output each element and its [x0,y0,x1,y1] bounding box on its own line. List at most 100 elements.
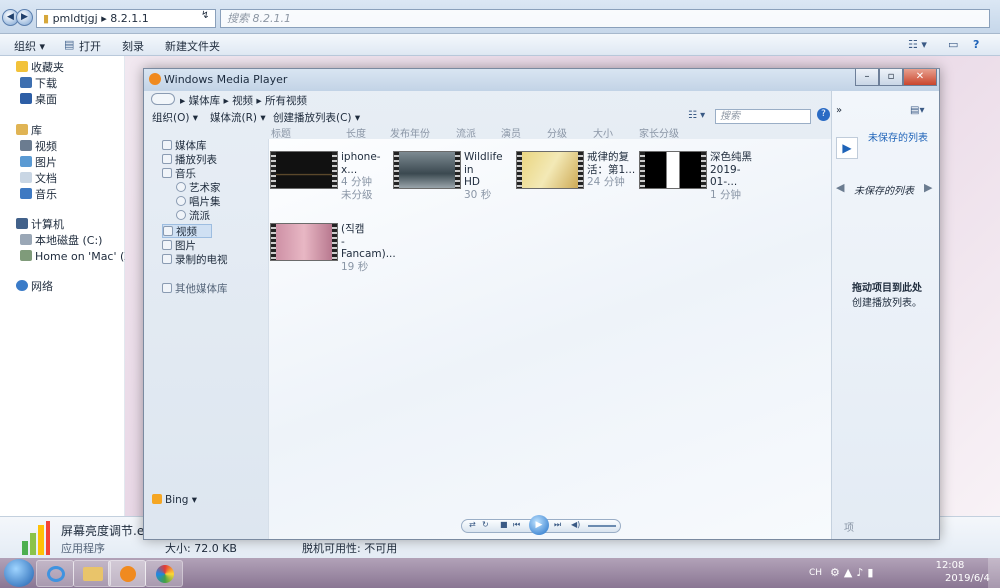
list-next-icon[interactable]: ▶ [924,181,932,194]
nav-network[interactable]: 网络 [16,279,53,295]
list-options-icon[interactable]: ▤▾ [910,105,924,116]
explorer-navigation-pane: 收藏夹 下载 桌面 库 视频 图片 文档 音乐 计算机 本地磁盘 (C:) Ho… [0,56,140,516]
nav-videos[interactable]: 视频 [20,139,57,155]
new-folder-button[interactable]: 新建文件夹 [165,38,220,54]
wmp-stream-button[interactable]: 媒体流(R) ▾ [210,110,266,125]
preview-pane-icon[interactable]: ▭ [948,38,958,51]
nav-computer[interactable]: 计算机 [16,217,64,233]
music-icon [162,168,172,178]
list-options-row: » [836,105,843,116]
nav-music[interactable]: 音乐 [20,187,57,203]
video-tile[interactable]: iphone-x... 4 分钟 未分级 [270,151,390,201]
list-prev-icon[interactable]: ◀ [836,181,844,194]
wmp-create-playlist-button[interactable]: 创建播放列表(C) ▾ [273,110,360,125]
column-rating[interactable]: 分级 [547,125,567,140]
disk-icon [20,234,32,245]
stop-icon[interactable]: ■ [500,520,508,529]
help-icon[interactable]: ? [973,38,979,51]
ie-icon[interactable] [36,560,74,587]
nav-local-disk[interactable]: 本地磁盘 (C:) [20,233,102,249]
start-button[interactable] [4,559,34,587]
search-input[interactable]: 搜索 8.2.1.1 [220,9,990,28]
wmp-breadcrumb: ▸ 媒体库 ▸ 视频 ▸ 所有视频 [180,95,308,107]
maximize-button[interactable]: ▫ [879,69,903,86]
explorer-taskbar-icon[interactable] [73,560,111,587]
column-title[interactable]: 标题 [271,125,291,140]
taskbar: CH ⚙▲♪▮ 12:08 2019/6/4 [0,558,1000,588]
next-icon[interactable]: ⏭ [554,520,561,530]
video-tile[interactable]: 深色纯黑 2019-01-... 1 分钟 [639,151,759,201]
language-indicator[interactable]: CH [809,568,822,578]
volume-slider[interactable] [588,525,616,527]
nav-desktop[interactable]: 桌面 [20,92,57,108]
breadcrumb-videos[interactable]: 视频 [232,95,253,107]
address-field[interactable]: ▮ pmldtjgj ▸ 8.2.1.1 [36,9,216,28]
shuffle-icon[interactable]: ⇄ [469,520,476,529]
wmp-list-pane: » ▤▾ ▶ 未保存的列表 ◀ 未保存的列表 ▶ 拖动项目到此处 创建播放列表。… [831,91,939,539]
video-tile[interactable]: (직캠 -Fancam)... 19 秒 [270,223,396,273]
tray-icons[interactable]: ⚙▲♪▮ [830,566,877,579]
open-button[interactable]: 打开 [79,38,101,54]
video-tile[interactable]: Wildlife in HD 30 秒 [393,151,513,201]
wmp-help-icon[interactable]: ? [817,108,830,121]
wmp-nav-playlists[interactable]: 播放列表 [162,153,217,167]
column-parental-rating[interactable]: 家长分级 [639,125,679,140]
column-length[interactable]: 长度 [346,125,366,140]
breadcrumb-item[interactable]: pmldtjgj [53,12,98,25]
nav-downloads[interactable]: 下载 [20,76,57,92]
close-button[interactable]: ✕ [903,69,937,86]
clock-time[interactable]: 12:08 [930,560,970,571]
column-genre[interactable]: 流派 [456,125,476,140]
unsaved-list-title[interactable]: 未保存的列表 [868,129,928,144]
wmp-organize-button[interactable]: 组织(O) ▾ [152,110,198,125]
forward-button[interactable]: ▶ [16,9,33,26]
nav-pictures[interactable]: 图片 [20,155,57,171]
app-taskbar-icon[interactable] [145,560,183,587]
column-size[interactable]: 大小 [593,125,613,140]
playlist-icon: ▶ [836,137,858,159]
document-icon [20,172,32,183]
nav-favorites[interactable]: 收藏夹 [16,60,64,76]
wmp-nav-recorded-tv[interactable]: 录制的电视 [162,253,228,267]
wmp-search-input[interactable]: 搜索 [715,109,811,124]
nav-library[interactable]: 库 [16,123,42,139]
mute-icon[interactable]: ◀) [571,520,580,529]
tv-icon [162,254,172,264]
refresh-icon[interactable]: ↯ [201,10,209,21]
view-options-icon[interactable]: ☷ ▾ [908,38,927,51]
wmp-nav-music[interactable]: 音乐 [162,167,196,181]
breadcrumb-item[interactable]: 8.2.1.1 [110,12,148,25]
view-options-icon[interactable]: ☷ ▾ [688,110,705,121]
previous-icon[interactable]: ⏮ [513,520,520,530]
column-actors[interactable]: 演员 [501,125,521,140]
playlist-icon [162,154,172,164]
minimize-button[interactable]: – [855,69,879,86]
wmp-nav-genre[interactable]: 流派 [176,209,210,223]
play-button[interactable]: ▶ [529,515,549,535]
breadcrumb-all-videos[interactable]: 所有视频 [265,95,307,107]
wmp-nav-album[interactable]: 唱片集 [176,195,221,209]
nav-documents[interactable]: 文档 [20,171,57,187]
wmp-nav-artist[interactable]: 艺术家 [176,181,221,195]
show-desktop-button[interactable] [988,558,1000,588]
organize-button[interactable]: 组织 ▾ [14,38,45,54]
genre-icon [176,210,186,220]
wmp-taskbar-icon[interactable] [108,560,146,587]
repeat-icon[interactable]: ↻ [482,520,489,529]
wmp-back-forward-icon[interactable] [151,93,175,105]
burn-button[interactable]: 刻录 [122,38,144,54]
video-tile[interactable]: 戒律的复 活：第1... 24 分钟 [516,151,636,195]
downloads-icon [20,77,32,88]
star-icon [16,61,28,72]
column-year[interactable]: 发布年份 [390,125,430,140]
bing-search-button[interactable]: Bing ▾ [152,493,197,507]
wmp-nav-videos[interactable]: 视频 [162,224,212,238]
picture-icon [20,156,32,167]
breadcrumb-library[interactable]: 媒体库 [189,95,221,107]
wmp-nav-library[interactable]: 媒体库 [162,139,207,153]
clock-date[interactable]: 2019/6/4 [945,573,990,584]
network-drive-icon [20,250,32,261]
wmp-nav-other-libraries[interactable]: 其他媒体库 [162,282,228,296]
wmp-nav-pictures[interactable]: 图片 [162,239,196,253]
nav-home-mac[interactable]: Home on 'Mac' (Z:) [20,249,140,265]
